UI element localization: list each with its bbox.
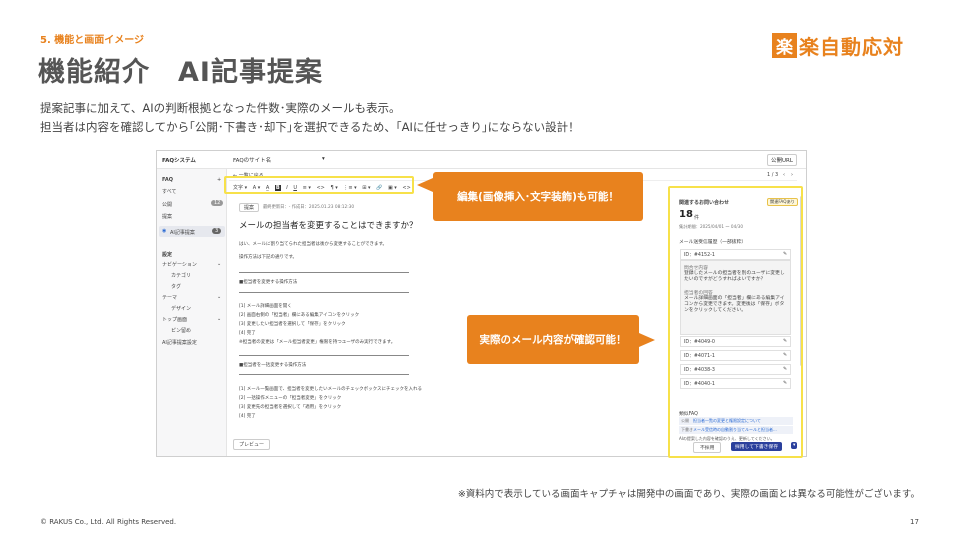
brand-name: 楽自動応対 xyxy=(799,34,904,59)
sidebar-item-proposal[interactable]: 提案 xyxy=(162,213,172,220)
body-line: [4] 完了 xyxy=(239,414,256,419)
body-line: はい、メールに割り当てられた担当者は後から変更することができます。 xyxy=(239,242,388,247)
sidebar-item-ai-proposal[interactable]: ◉ AI記事提案 3 xyxy=(159,226,225,237)
brand-mark: 楽 xyxy=(772,32,797,58)
body-line: [1] メール詳細画面を開く xyxy=(239,304,292,309)
body-line: [2] 画面右側の「担当者」欄にある編集アイコンをクリック xyxy=(239,313,360,318)
brand-logo: 楽 楽自動応対 xyxy=(772,31,904,59)
copyright: © RAKUS Co., Ltd. All Rights Reserved. xyxy=(40,518,177,526)
sidebar: FAQ + すべて 公開 12 提案 ◉ AI記事提案 3 設定 ナビゲーション… xyxy=(157,169,227,456)
article-title[interactable]: メールの担当者を変更することはできますか？ xyxy=(239,219,418,231)
toolbar-highlight xyxy=(224,176,414,194)
sidebar-item-navigation[interactable]: ナビゲーション xyxy=(162,261,197,268)
preview-button[interactable]: プレビュー xyxy=(233,439,271,450)
sidebar-item-published[interactable]: 公開 xyxy=(162,201,172,208)
sidebar-item-design[interactable]: デザイン xyxy=(171,305,191,312)
body-line: 操作方法は下記の通りです。 xyxy=(239,255,298,260)
callout-mail: 実際のメール内容が確認可能！ xyxy=(467,315,639,364)
ai-icon: ◉ xyxy=(162,228,167,234)
published-count-badge: 12 xyxy=(211,200,224,206)
sidebar-item-pinned[interactable]: ピン留め xyxy=(171,327,191,334)
body-line: ※担当者の変更は「メール担当者変更」権限を持つユーザのみ実行できます。 xyxy=(239,340,396,345)
site-select[interactable]: FAQのサイト名 xyxy=(233,156,271,164)
sidebar-heading-settings: 設定 xyxy=(162,252,173,258)
callout-arrow xyxy=(639,333,655,347)
app-brand: FAQシステム xyxy=(162,158,196,164)
panel-highlight xyxy=(668,186,803,458)
app-topbar: FAQシステム FAQのサイト名 ▾ 公開URL xyxy=(157,151,806,169)
pager: 1 / 3 xyxy=(767,172,779,178)
add-icon[interactable]: + xyxy=(217,177,221,183)
body-heading: ■担当者を変更する操作方法 xyxy=(239,280,298,285)
chevron-down-icon[interactable]: ▾ xyxy=(322,156,325,162)
sidebar-heading-faq: FAQ xyxy=(162,177,173,183)
public-url-button[interactable]: 公開URL xyxy=(767,154,797,166)
sidebar-item-all[interactable]: すべて xyxy=(162,188,176,195)
body-line: [3] 変更先の担当者を選択して「適用」をクリック xyxy=(239,405,342,410)
ai-count-badge: 3 xyxy=(212,228,222,234)
callout-edit: 編集(画像挿入･文字装飾)も可能！ xyxy=(433,172,643,221)
next-icon[interactable]: › xyxy=(791,172,793,178)
body-heading: ■担当者を一括変更する操作方法 xyxy=(239,363,307,368)
body-line: [3] 変更したい担当者を選択して「保存」をクリック xyxy=(239,322,346,327)
description-line-2: 担当者は内容を確認してから｢公開･下書き･却下｣を選択できるため、｢AIに任せっ… xyxy=(40,120,580,134)
prev-icon[interactable]: ‹ xyxy=(783,172,785,178)
sidebar-item-label: AI記事提案 xyxy=(170,230,195,236)
slide-title: 機能紹介 AI記事提案 xyxy=(38,57,323,88)
callout-arrow xyxy=(417,178,433,192)
body-line: [4] 完了 xyxy=(239,331,256,336)
status-badge: 提案 xyxy=(239,203,260,212)
sidebar-item-ai-setting[interactable]: AI記事提案設定 xyxy=(162,339,197,346)
sidebar-item-top-page[interactable]: トップ画面 xyxy=(162,316,187,323)
disclaimer-note: ※資料内で表示している画面キャプチャは開発中の画面であり、実際の画面とは異なる可… xyxy=(457,489,920,500)
chevron-down-icon[interactable]: ⌄ xyxy=(217,316,221,322)
sidebar-item-tag[interactable]: タグ xyxy=(171,283,181,290)
body-line: [2] 一括操作メニューの「担当者変更」をクリック xyxy=(239,396,342,401)
body-line: [1] メール一覧画面で、担当者を変更したいメールのチェックボックスにチェックを… xyxy=(239,387,422,392)
chevron-down-icon[interactable]: ⌄ xyxy=(217,294,221,300)
page-number: 17 xyxy=(910,518,919,526)
sidebar-item-category[interactable]: カテゴリ xyxy=(171,272,191,279)
article-meta: 最終更新日：- 作成日：2025.01.23 08:12:30 xyxy=(263,205,355,210)
description-line-1: 提案記事に加えて、AIの判断根拠となった件数･実際のメールも表示。 xyxy=(40,101,401,115)
section-label: 5. 機能と画面イメージ xyxy=(40,35,145,46)
sidebar-item-theme[interactable]: テーマ xyxy=(162,294,177,301)
chevron-down-icon[interactable]: ⌄ xyxy=(217,261,221,267)
